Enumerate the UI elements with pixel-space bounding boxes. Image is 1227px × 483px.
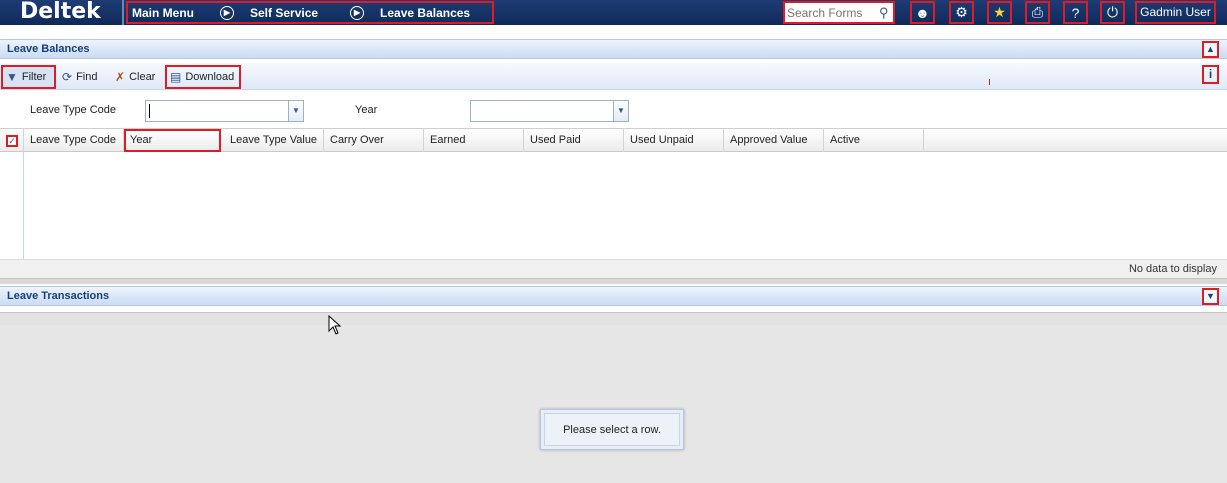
- expand-down-icon[interactable]: ▼: [1202, 288, 1219, 305]
- splitter[interactable]: [0, 278, 1227, 284]
- leave-type-code-label: Leave Type Code: [30, 104, 117, 116]
- divider: [0, 312, 1227, 325]
- leave-balances-header: Leave Balances ▲: [0, 39, 1227, 59]
- deltek-logo: Deltek: [20, 0, 101, 24]
- search-icon[interactable]: ⚲: [879, 5, 893, 20]
- collapse-up-icon[interactable]: ▲: [1202, 41, 1219, 58]
- breadcrumb-self-service[interactable]: Self Service: [244, 6, 324, 20]
- grid-toolbar: ▼ Filter ⟳ Find ✗ Clear ▤ Download i: [0, 63, 1227, 90]
- panel-title: Leave Transactions: [7, 290, 110, 302]
- leave-type-code-select[interactable]: ▼: [145, 100, 304, 122]
- leave-transactions-body: [0, 325, 1227, 483]
- column-used-paid[interactable]: Used Paid: [524, 129, 624, 152]
- dialog-message: Please select a row.: [544, 413, 680, 446]
- text-cursor: [149, 104, 150, 118]
- chevron-right-icon: ▶: [350, 5, 365, 20]
- column-active[interactable]: Active: [824, 129, 924, 152]
- no-data-message: No data to display: [1128, 263, 1217, 275]
- leave-balances-grid: Leave Type Code Year Leave Type Value Ca…: [0, 128, 1227, 278]
- download-label: Download: [185, 71, 235, 83]
- column-carry-over[interactable]: Carry Over: [324, 129, 424, 152]
- grid-header: Leave Type Code Year Leave Type Value Ca…: [0, 129, 1227, 152]
- search-input[interactable]: [787, 3, 877, 22]
- mouse-cursor-icon: [328, 315, 342, 335]
- marker: [989, 79, 990, 85]
- breadcrumb: Main Menu ▶ Self Service ▶ Leave Balance…: [126, 1, 494, 24]
- select-all-checkbox[interactable]: ✓: [6, 135, 18, 147]
- column-leave-type-value[interactable]: Leave Type Value: [224, 129, 324, 152]
- find-label: Find: [76, 71, 98, 83]
- filter-label: Filter: [21, 71, 47, 83]
- print-icon[interactable]: ⎙: [1025, 1, 1050, 24]
- power-icon[interactable]: ⏻: [1100, 1, 1125, 24]
- filter-button[interactable]: ▼ Filter: [1, 65, 56, 89]
- gear-icon[interactable]: ⚙: [949, 1, 974, 24]
- divider: [122, 0, 124, 25]
- year-select[interactable]: ▼: [470, 100, 629, 122]
- clear-icon: ✗: [115, 70, 126, 84]
- chevron-right-icon: ▶: [220, 5, 234, 20]
- column-used-unpaid[interactable]: Used Unpaid: [624, 129, 724, 152]
- panel-title: Leave Balances: [7, 43, 90, 55]
- column-year[interactable]: Year: [124, 129, 221, 152]
- grid-footer: No data to display: [0, 259, 1227, 278]
- top-bar: Deltek Main Menu ▶ Self Service ▶ Leave …: [0, 0, 1227, 25]
- user-menu[interactable]: Gadmin User: [1135, 1, 1216, 24]
- refresh-icon: ⟳: [62, 70, 73, 84]
- breadcrumb-leave-balances[interactable]: Leave Balances: [374, 6, 476, 20]
- clear-label: Clear: [129, 71, 156, 83]
- year-label: Year: [355, 104, 378, 116]
- help-icon[interactable]: ?: [1063, 1, 1088, 24]
- column-approved-value[interactable]: Approved Value: [724, 129, 824, 152]
- filter-row: Leave Type Code ▼ Year ▼: [0, 91, 1227, 128]
- breadcrumb-main-menu[interactable]: Main Menu: [126, 6, 200, 20]
- chevron-down-icon[interactable]: ▼: [288, 101, 303, 121]
- leave-transactions-header: Leave Transactions ▼: [0, 286, 1227, 306]
- funnel-icon: ▼: [6, 70, 18, 84]
- person-icon[interactable]: ☻: [910, 1, 935, 24]
- document-icon: ▤: [170, 70, 182, 84]
- column-leave-type-code[interactable]: Leave Type Code: [24, 129, 124, 152]
- download-button[interactable]: ▤ Download: [165, 65, 241, 89]
- find-button[interactable]: ⟳ Find: [57, 65, 102, 89]
- row-selector-column: ✓: [0, 129, 24, 259]
- star-icon[interactable]: ★: [987, 1, 1012, 24]
- select-row-dialog: Please select a row.: [540, 409, 684, 450]
- clear-button[interactable]: ✗ Clear: [110, 65, 160, 89]
- info-icon[interactable]: i: [1202, 65, 1219, 84]
- column-earned[interactable]: Earned: [424, 129, 524, 152]
- search-forms-box: ⚲: [783, 1, 895, 24]
- chevron-down-icon[interactable]: ▼: [613, 101, 628, 121]
